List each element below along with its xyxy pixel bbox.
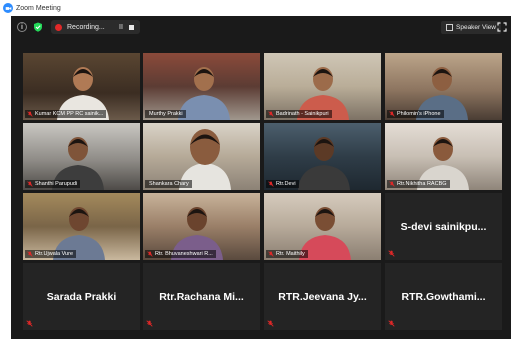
participant-name: Rtr.Devi	[276, 181, 296, 187]
participant-tile[interactable]: Rtr.Nikhitha RACBG	[385, 123, 502, 190]
fullscreen-icon[interactable]	[497, 22, 507, 32]
pause-recording-button[interactable]: II	[119, 24, 123, 31]
participant-name-caption: Rtr.Devi	[266, 180, 299, 188]
participant-name: Rtr.Ujwala Vure	[35, 251, 74, 257]
participant-tile[interactable]: Rtr. Maithily	[264, 193, 381, 260]
participant-name: Kumar KCM PP RC sainik...	[35, 111, 104, 117]
meeting-topbar: i Recording... II Speaker View	[11, 16, 511, 38]
encryption-shield-icon[interactable]	[33, 22, 43, 32]
recording-label: Recording...	[67, 23, 105, 31]
participant-name-caption: Rtr. Maithily	[266, 250, 308, 258]
participant-tile[interactable]: Rtr.Ujwala Vure	[23, 193, 140, 260]
mic-muted-icon	[268, 111, 274, 117]
mic-muted-icon	[26, 320, 33, 327]
view-grid-icon	[446, 24, 453, 31]
participant-name-caption: Kumar KCM PP RC sainik...	[25, 110, 107, 118]
mic-muted-icon	[268, 251, 274, 257]
participant-tile[interactable]: Shanthi Parupudi	[23, 123, 140, 190]
participant-name-caption: Rtr.Nikhitha RACBG	[387, 180, 450, 188]
participant-name: RTR.Gowthami...	[401, 290, 486, 303]
mic-muted-icon	[27, 111, 33, 117]
zoom-app-icon	[3, 3, 13, 13]
window-title: Zoom Meeting	[16, 4, 61, 12]
mic-muted-icon	[388, 250, 395, 257]
participant-name: Rtr.Nikhitha RACBG	[397, 181, 447, 187]
mic-muted-icon	[268, 181, 274, 187]
participant-tile[interactable]: S-devi sainikpu...	[385, 193, 502, 260]
participant-name: Badrinath - Sainikpuri	[276, 111, 329, 117]
mic-muted-icon	[267, 320, 274, 327]
participant-tile[interactable]: Rtr.Devi	[264, 123, 381, 190]
participant-name-caption: Murthy Prakki	[145, 110, 186, 118]
participant-name-caption: Shankara Chary	[145, 180, 192, 188]
participant-tile[interactable]: Rtr.Rachana Mi...	[143, 263, 260, 330]
participant-name: Philomin's iPhone	[397, 111, 441, 117]
participant-name: Murthy Prakki	[149, 111, 183, 117]
mic-muted-icon	[27, 251, 33, 257]
participant-name-caption: Rtr. Bhuvaneshwari R...	[145, 250, 216, 258]
participant-tile[interactable]: Murthy Prakki	[143, 53, 260, 120]
participant-name: Sarada Prakki	[46, 290, 117, 303]
mic-muted-icon	[389, 181, 395, 187]
mic-muted-icon	[388, 320, 395, 327]
participant-name-caption: Shanthi Parupudi	[25, 180, 81, 188]
participant-name: RTR.Jeevana Jy...	[278, 290, 367, 303]
participant-name: Rtr.Rachana Mi...	[159, 290, 244, 303]
recording-dot-icon	[55, 23, 62, 31]
participant-name: Rtr. Maithily	[276, 251, 305, 257]
participant-tile[interactable]: Philomin's iPhone	[385, 53, 502, 120]
participant-name: Shankara Chary	[149, 181, 189, 187]
info-icon[interactable]: i	[17, 22, 27, 32]
participant-name-caption: Badrinath - Sainikpuri	[266, 110, 332, 118]
speaker-view-label: Speaker View	[456, 24, 496, 31]
participant-name: Shanthi Parupudi	[35, 181, 78, 187]
participant-tile[interactable]: Badrinath - Sainikpuri	[264, 53, 381, 120]
participant-grid: Kumar KCM PP RC sainik... Murthy Prakki Ba…	[23, 53, 502, 330]
participant-tile[interactable]: RTR.Jeevana Jy...	[264, 263, 381, 330]
participant-tile[interactable]: Kumar KCM PP RC sainik...	[23, 53, 140, 120]
window-titlebar: Zoom Meeting	[0, 0, 516, 16]
speaker-view-button[interactable]: Speaker View	[441, 21, 501, 34]
recording-indicator: Recording... II	[51, 20, 140, 34]
mic-muted-icon	[146, 320, 153, 327]
participant-name: Rtr. Bhuvaneshwari R...	[155, 251, 213, 257]
participant-tile[interactable]: Rtr. Bhuvaneshwari R...	[143, 193, 260, 260]
participant-name-caption: Rtr.Ujwala Vure	[25, 250, 77, 258]
participant-tile[interactable]: Sarada Prakki	[23, 263, 140, 330]
participant-tile[interactable]: RTR.Gowthami...	[385, 263, 502, 330]
participant-name-caption: Philomin's iPhone	[387, 110, 444, 118]
mic-muted-icon	[147, 251, 153, 257]
mic-muted-icon	[389, 111, 395, 117]
participant-name: S-devi sainikpu...	[400, 220, 487, 233]
meeting-window: i Recording... II Speaker View Kumar KCM…	[11, 16, 511, 339]
stop-recording-button[interactable]	[128, 24, 134, 30]
mic-muted-icon	[27, 181, 33, 187]
participant-tile[interactable]: Shankara Chary	[143, 123, 260, 190]
